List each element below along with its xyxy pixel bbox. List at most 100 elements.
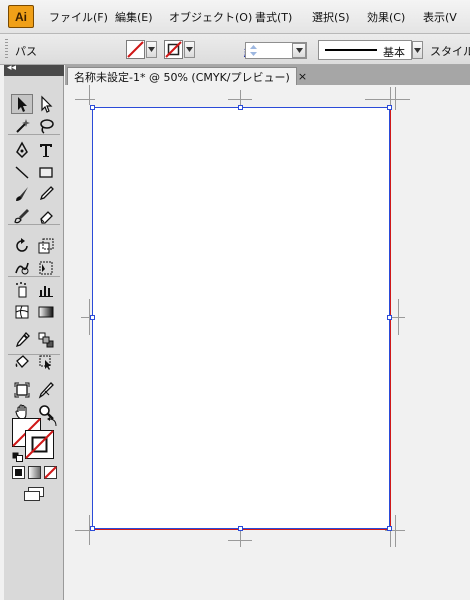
style-label: スタイル [430, 45, 470, 58]
stroke-profile-select[interactable]: 基本 [318, 40, 412, 60]
scale-tool[interactable] [35, 236, 57, 256]
screen-mode-button[interactable] [22, 486, 46, 502]
paintbrush-tool-icon [16, 187, 28, 201]
menu-edit[interactable]: 編集(E) [115, 9, 153, 25]
toolbox-separator [8, 354, 60, 355]
warp-tool[interactable] [11, 258, 33, 278]
toolbox-separator [8, 224, 60, 225]
document-tab[interactable]: 名称未設定-1* @ 50% (CMYK/プレビュー) × [67, 67, 307, 85]
column-graph-tool-icon [39, 286, 53, 297]
mesh-tool-icon [15, 305, 29, 319]
type-tool-icon [40, 144, 52, 157]
gradient-tool[interactable] [35, 302, 57, 322]
toolbox [4, 76, 64, 600]
paintbrush-tool[interactable] [11, 184, 33, 204]
symbol-sprayer-tool-icon [16, 282, 27, 298]
none-mode-button[interactable] [44, 466, 57, 479]
selection-type-label: パス [15, 45, 37, 58]
artboard-tool-icon [14, 382, 30, 398]
menu-view[interactable]: 表示(V [423, 9, 457, 25]
stroke-dropdown-arrow[interactable] [184, 41, 195, 58]
selection-tool[interactable] [11, 94, 33, 114]
document-tab-strip: 名称未設定-1* @ 50% (CMYK/プレビュー) × [65, 65, 470, 85]
type-tool[interactable] [35, 140, 57, 160]
mesh-tool[interactable] [11, 302, 33, 322]
stroke-weight-dropdown[interactable] [292, 43, 306, 58]
rotate-tool[interactable] [11, 236, 33, 256]
menu-object[interactable]: オブジェクト(O) [169, 9, 252, 25]
gradient-mode-icon [28, 466, 41, 479]
blob-brush-tool[interactable] [11, 206, 33, 226]
double-chevron-left-icon[interactable]: ◂◂ [7, 63, 16, 73]
menu-effect[interactable]: 効果(C) [367, 9, 405, 25]
artboard-view [75, 85, 410, 547]
color-mode-button[interactable] [12, 466, 25, 479]
artboard[interactable] [92, 107, 391, 530]
selection-tool-icon [18, 97, 27, 112]
chevron-down-icon [295, 48, 303, 53]
rotate-tool-icon [16, 238, 28, 252]
fill-dropdown-arrow[interactable] [146, 41, 157, 58]
live-paint-bucket-tool[interactable] [11, 352, 33, 372]
spinner-icon[interactable] [250, 44, 257, 57]
menu-file[interactable]: ファイル(F) [49, 9, 108, 25]
live-paint-selection-tool-icon [39, 355, 51, 370]
scale-tool-icon [38, 238, 54, 254]
lasso-tool-icon [40, 119, 54, 134]
pencil-tool-icon [39, 186, 54, 201]
free-transform-tool-icon [39, 261, 53, 275]
color-mode-icon [12, 466, 25, 479]
profile-line-preview [325, 49, 377, 51]
eraser-tool-icon [40, 211, 53, 224]
menu-type[interactable]: 書式(T) [255, 9, 292, 25]
blend-tool[interactable] [35, 330, 57, 350]
menu-bar: Ai ファイル(F) 編集(E) オブジェクト(O) 書式(T) 選択(S) 効… [0, 0, 470, 34]
toolbox-separator [8, 276, 60, 277]
free-transform-tool[interactable] [35, 258, 57, 278]
pen-tool[interactable] [11, 140, 33, 160]
profile-dropdown-arrow[interactable] [412, 41, 423, 59]
symbol-sprayer-tool[interactable] [11, 280, 33, 300]
profile-name: 基本 [383, 46, 405, 59]
direct-selection-tool-icon [41, 95, 53, 113]
fill-stroke-icon [12, 417, 57, 462]
line-segment-tool[interactable] [11, 162, 33, 182]
magic-wand-tool-icon [16, 119, 30, 133]
live-paint-bucket-tool-icon [15, 355, 29, 368]
eyedropper-tool-icon [15, 332, 30, 348]
canvas-area[interactable] [65, 85, 470, 600]
slice-tool[interactable] [35, 380, 57, 400]
line-segment-tool-icon [15, 166, 29, 179]
gradient-mode-button[interactable] [28, 466, 41, 479]
control-bar-grip[interactable] [5, 39, 8, 59]
live-paint-selection-tool[interactable] [35, 352, 57, 372]
pencil-tool[interactable] [35, 184, 57, 204]
direct-selection-tool[interactable] [35, 94, 57, 114]
toolbox-header[interactable]: ◂◂ [4, 63, 64, 76]
none-swatch-icon [127, 41, 144, 58]
none-mode-icon [44, 466, 57, 479]
fill-stroke-proxy[interactable] [10, 416, 60, 462]
document-tab-title: 名称未設定-1* @ 50% (CMYK/プレビュー) [74, 70, 290, 84]
chevron-down-icon [414, 47, 421, 53]
magic-wand-tool[interactable] [11, 116, 33, 136]
rectangle-tool-icon [39, 167, 53, 178]
column-graph-tool[interactable] [35, 280, 57, 300]
stroke-swatch[interactable] [164, 40, 183, 59]
fill-swatch[interactable] [126, 40, 145, 59]
gradient-tool-icon [38, 306, 54, 318]
close-icon[interactable]: × [298, 70, 307, 83]
menu-select[interactable]: 選択(S) [312, 9, 350, 25]
pen-tool-icon [16, 141, 28, 159]
stroke-weight-field[interactable] [245, 42, 307, 59]
app-logo-icon[interactable]: Ai [8, 5, 34, 28]
chevron-down-icon [186, 47, 193, 52]
artboard-tool[interactable] [11, 380, 33, 400]
chevron-down-icon [148, 47, 155, 52]
blend-tool-icon [38, 332, 54, 348]
rectangle-tool[interactable] [35, 162, 57, 182]
lasso-tool[interactable] [35, 116, 57, 136]
eyedropper-tool[interactable] [11, 330, 33, 350]
eraser-tool[interactable] [35, 206, 57, 226]
slice-tool-icon [38, 382, 54, 399]
